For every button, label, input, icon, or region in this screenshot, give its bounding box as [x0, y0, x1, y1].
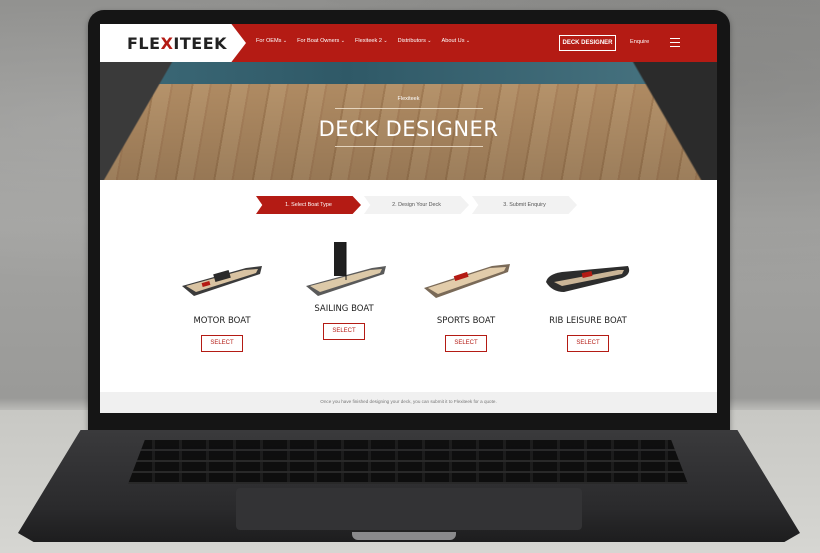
step-design-deck[interactable]: 2. Design Your Deck	[364, 196, 469, 214]
motor-boat-image[interactable]	[176, 252, 268, 300]
rib-boat-image[interactable]	[542, 252, 634, 300]
boat-card-motor: MOTOR BOAT SELECT	[170, 252, 274, 352]
nav-item-distributors[interactable]: Distributors	[398, 38, 432, 44]
hero-divider-top	[335, 108, 483, 109]
select-button[interactable]: SELECT	[201, 335, 243, 352]
site-logo[interactable]: FLEXITEEK	[127, 34, 227, 53]
hero-banner: Flexiteek DECK DESIGNER	[100, 62, 717, 180]
step-submit-enquiry[interactable]: 3. Submit Enquiry	[472, 196, 577, 214]
step-select-boat-type[interactable]: 1. Select Boat Type	[256, 196, 361, 214]
select-button[interactable]: SELECT	[445, 335, 487, 352]
hero-divider-bottom	[335, 146, 483, 147]
logo-container[interactable]: FLEXITEEK	[100, 24, 246, 62]
laptop-screen: FLEXITEEK For OEMs For Boat Owners Flexi…	[100, 24, 717, 413]
nav-item-flexiteek-2[interactable]: Flexiteek 2	[355, 38, 388, 44]
boat-type-list: MOTOR BOAT SELECT SAILING BOAT SELECT SP…	[170, 242, 640, 352]
footer-bar: Once you have finished designing your de…	[100, 392, 717, 413]
laptop-keyboard	[128, 440, 688, 484]
nav-item-about-us[interactable]: About Us	[442, 38, 471, 44]
nav-item-boat-owners[interactable]: For Boat Owners	[297, 38, 345, 44]
sports-boat-image[interactable]	[420, 252, 512, 300]
footer-note: Once you have finished designing your de…	[320, 399, 497, 404]
hero-title: DECK DESIGNER	[318, 117, 499, 141]
site-header: FLEXITEEK For OEMs For Boat Owners Flexi…	[100, 24, 717, 62]
boat-name: SPORTS BOAT	[436, 316, 496, 326]
enquire-link[interactable]: Enquire	[630, 39, 649, 45]
boat-name: RIB LEISURE BOAT	[549, 316, 627, 326]
hero-kicker: Flexiteek	[397, 96, 420, 102]
logo-text-left: FLE	[127, 34, 161, 53]
logo-x: X	[160, 34, 174, 53]
deck-designer-button[interactable]: DECK DESIGNER	[559, 35, 616, 51]
boat-card-sailing: SAILING BOAT SELECT	[292, 242, 396, 352]
laptop-notch	[352, 532, 456, 540]
logo-text-right: ITEEK	[173, 34, 228, 53]
boat-card-rib: RIB LEISURE BOAT SELECT	[536, 252, 640, 352]
laptop-trackpad	[236, 488, 582, 530]
boat-card-sports: SPORTS BOAT SELECT	[414, 252, 518, 352]
nav-item-oems[interactable]: For OEMs	[256, 38, 287, 44]
select-button[interactable]: SELECT	[323, 323, 365, 340]
main-nav: For OEMs For Boat Owners Flexiteek 2 Dis…	[256, 38, 470, 44]
step-progress: 1. Select Boat Type 2. Design Your Deck …	[256, 196, 580, 214]
sailing-boat-image[interactable]	[298, 240, 390, 300]
boat-name: MOTOR BOAT	[193, 316, 251, 326]
menu-icon[interactable]	[670, 38, 680, 50]
select-button[interactable]: SELECT	[567, 335, 609, 352]
boat-name: SAILING BOAT	[314, 304, 374, 314]
